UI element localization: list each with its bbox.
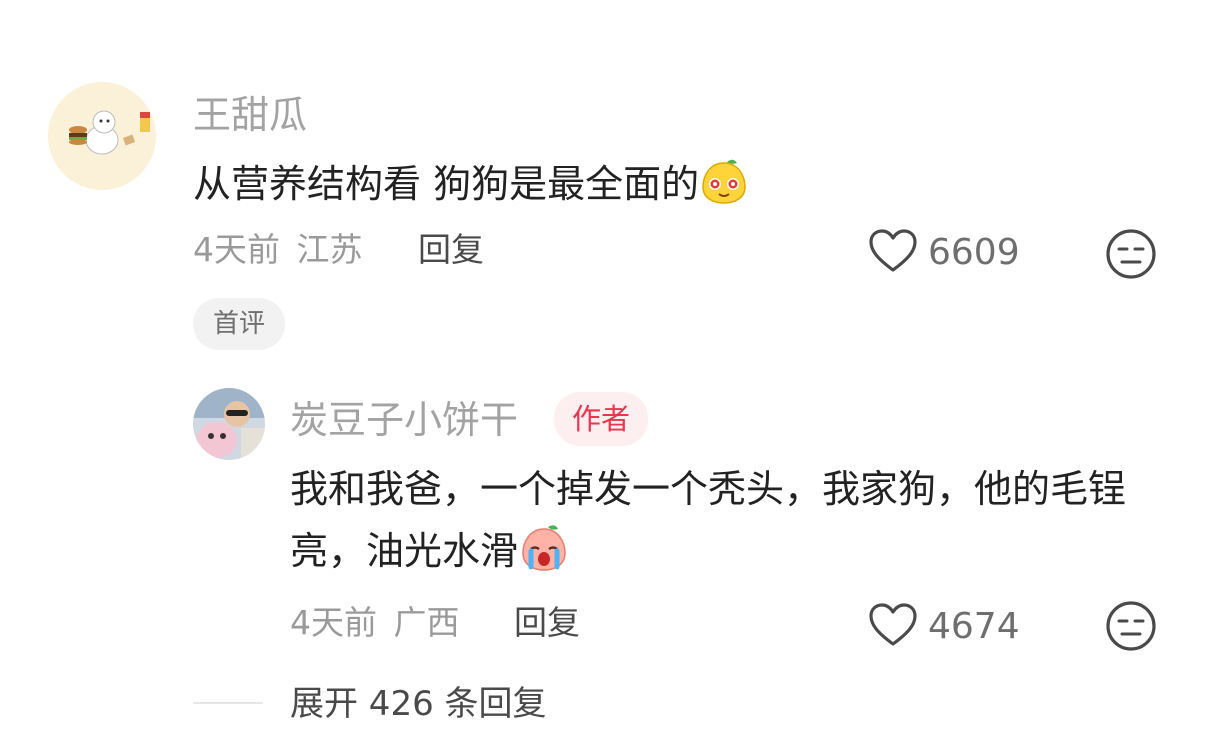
reply-reply-button[interactable]: 回复 — [514, 603, 580, 643]
heart-icon — [868, 602, 918, 652]
expand-divider — [193, 702, 263, 704]
comment-thread: 王甜瓜 从营养结构看 狗狗是最全面的 4天前 江苏 回复 6609 首评 炭豆子… — [0, 0, 1206, 756]
comment-meta: 4天前 江苏 — [193, 230, 363, 270]
mango-face-emoji-icon — [699, 155, 749, 223]
commenter-username[interactable]: 王甜瓜 — [193, 92, 307, 138]
reply-like-button[interactable]: 4674 — [868, 602, 1020, 652]
reply-meta: 4天前 广西 — [290, 603, 460, 643]
comment-text: 从营养结构看 狗狗是最全面的 — [193, 153, 749, 223]
like-count: 6609 — [928, 232, 1020, 273]
dislike-button[interactable] — [1105, 228, 1157, 284]
reply-avatar[interactable] — [193, 388, 265, 460]
reply-text-content: 我和我爸，一个掉发一个秃头，我家狗，他的毛锃亮，油光水滑 — [290, 467, 1127, 573]
heart-icon — [868, 228, 918, 278]
reply-username[interactable]: 炭豆子小饼干 — [290, 397, 518, 443]
unamused-face-icon — [1105, 229, 1157, 284]
like-button[interactable]: 6609 — [868, 228, 1020, 278]
crying-peach-emoji-icon — [518, 522, 570, 590]
expand-replies-button[interactable]: 展开 426 条回复 — [290, 684, 547, 724]
comment-location: 江苏 — [296, 230, 363, 269]
comment-time: 4天前 — [193, 230, 280, 269]
reply-text: 我和我爸，一个掉发一个秃头，我家狗，他的毛锃亮，油光水滑 — [290, 458, 1140, 590]
reply-button[interactable]: 回复 — [418, 230, 484, 270]
comment-text-content: 从营养结构看 狗狗是最全面的 — [193, 162, 700, 206]
reply-time: 4天前 — [290, 603, 377, 642]
first-comment-badge: 首评 — [193, 298, 286, 350]
unamused-face-icon — [1105, 601, 1157, 656]
reply-dislike-button[interactable] — [1105, 600, 1157, 656]
avatar[interactable] — [48, 82, 156, 190]
author-badge: 作者 — [554, 392, 649, 446]
reply-location: 广西 — [393, 603, 460, 642]
reply-like-count: 4674 — [928, 606, 1020, 647]
